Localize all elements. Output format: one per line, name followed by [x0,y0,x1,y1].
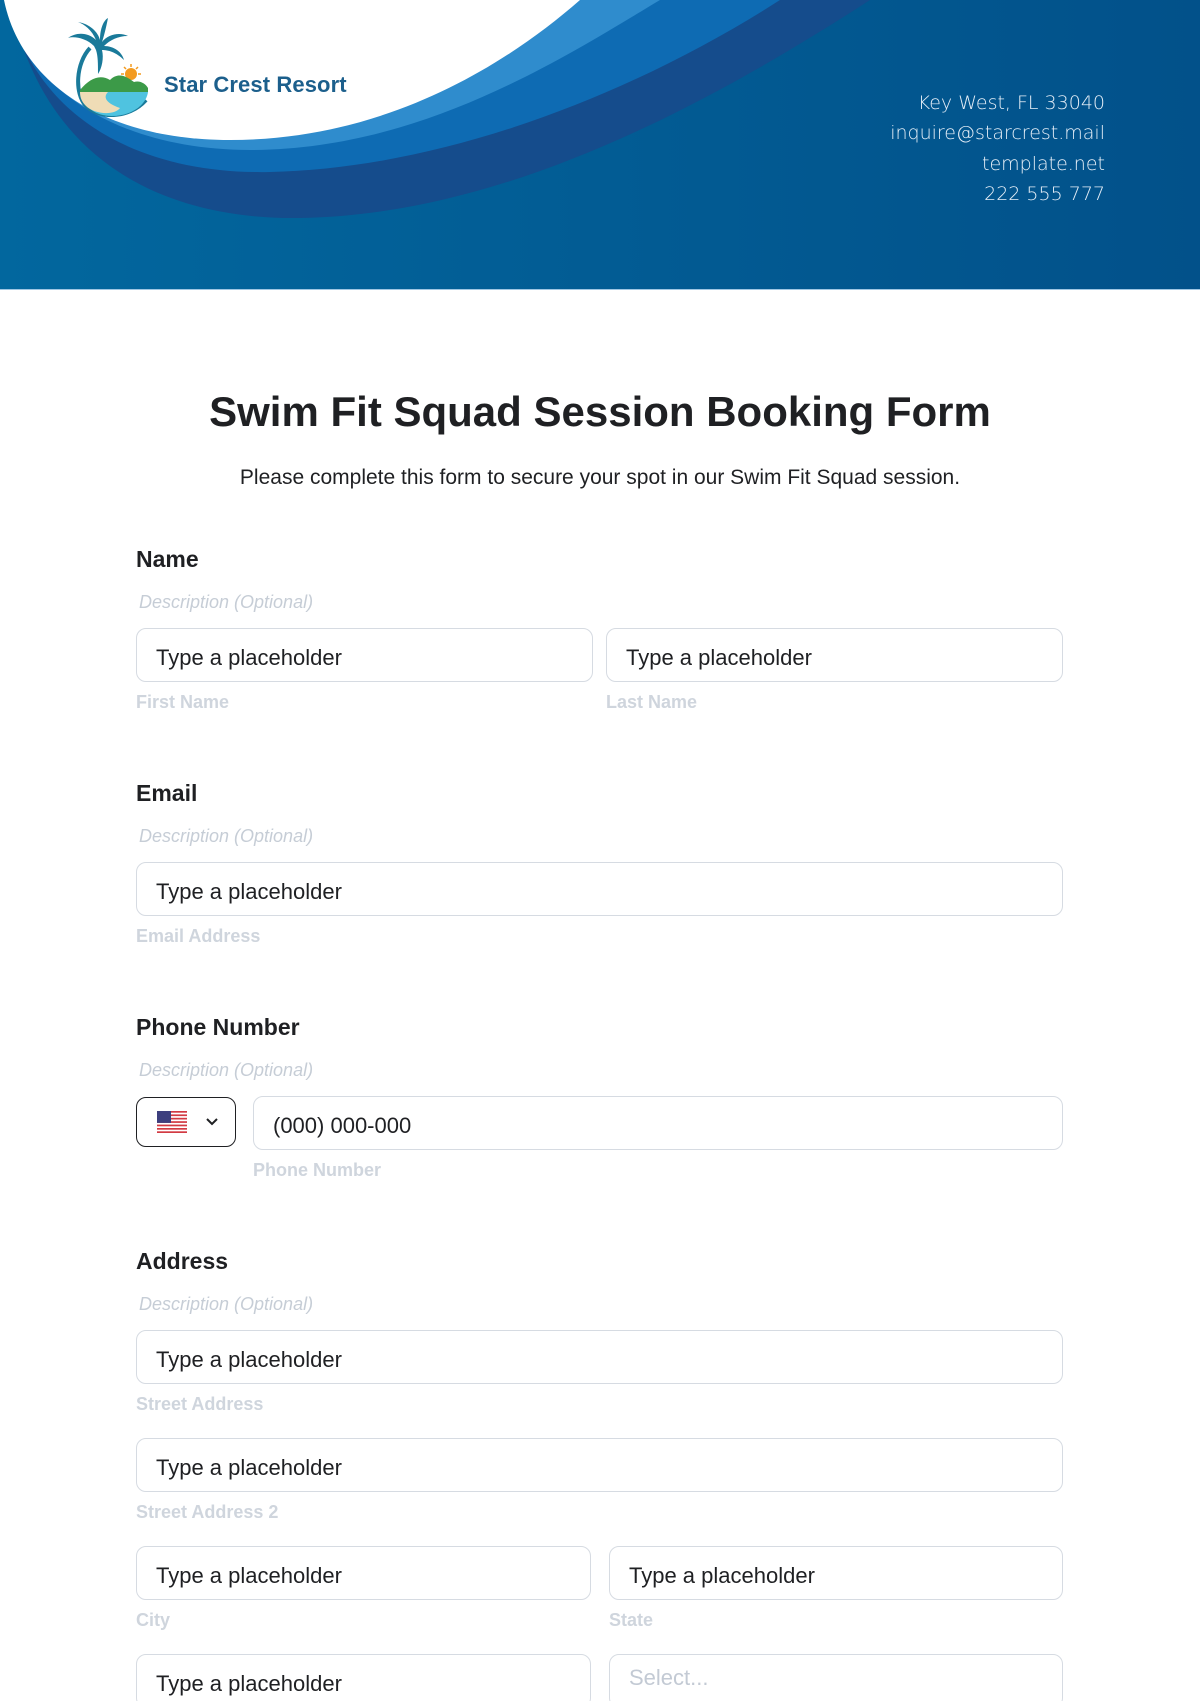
chevron-down-icon [206,1118,218,1126]
contact-address: Key West, FL 33040 [917,92,1105,114]
email-input[interactable]: Type a placeholder [136,862,1063,916]
last-name-input[interactable]: Type a placeholder [606,628,1063,682]
country-code-select[interactable] [136,1097,236,1147]
contact-email: inquire@starcrest.mail [890,122,1105,145]
phone-description: Description (Optional) [139,1060,314,1080]
contact-website: template.net [982,152,1105,175]
zip-input[interactable]: Type a placeholder [136,1654,591,1701]
address-section-label: Address [136,1248,229,1274]
last-name-sublabel: Last Name [606,692,698,712]
name-section-label: Name [136,546,199,572]
first-name-sublabel: First Name [136,692,230,712]
state-input[interactable]: Type a placeholder [609,1546,1063,1600]
street-address-sublabel: Street Address [136,1394,264,1414]
us-flag-icon [157,1111,187,1133]
street-address-2-input[interactable]: Type a placeholder [136,1438,1063,1492]
street-address-2-sublabel: Street Address 2 [136,1502,279,1522]
first-name-input[interactable]: Type a placeholder [136,628,593,682]
resort-logo-icon [68,18,148,118]
email-section-label: Email [136,780,198,806]
phone-section-label: Phone Number [136,1014,300,1040]
email-sublabel: Email Address [136,926,261,946]
brand-name: Star Crest Resort [164,72,347,97]
header-banner: Star Crest Resort Key West, FL 33040 inq… [0,0,1200,290]
phone-number-input[interactable]: (000) 000-000 [253,1096,1063,1150]
city-sublabel: City [136,1610,171,1630]
country-select[interactable]: Select... [609,1654,1063,1701]
form-subtitle: Please complete this form to secure your… [239,466,961,489]
city-input[interactable]: Type a placeholder [136,1546,591,1600]
name-description: Description (Optional) [139,592,314,612]
phone-number-sublabel: Phone Number [253,1160,382,1180]
form-title: Swim Fit Squad Session Booking Form [209,388,991,435]
contact-info: Key West, FL 33040 inquire@starcrest.mai… [890,88,1105,209]
contact-phone: 222 555 777 [984,182,1105,205]
email-description: Description (Optional) [139,826,314,846]
state-sublabel: State [609,1610,654,1630]
street-address-input[interactable]: Type a placeholder [136,1330,1063,1384]
address-description: Description (Optional) [139,1294,314,1314]
